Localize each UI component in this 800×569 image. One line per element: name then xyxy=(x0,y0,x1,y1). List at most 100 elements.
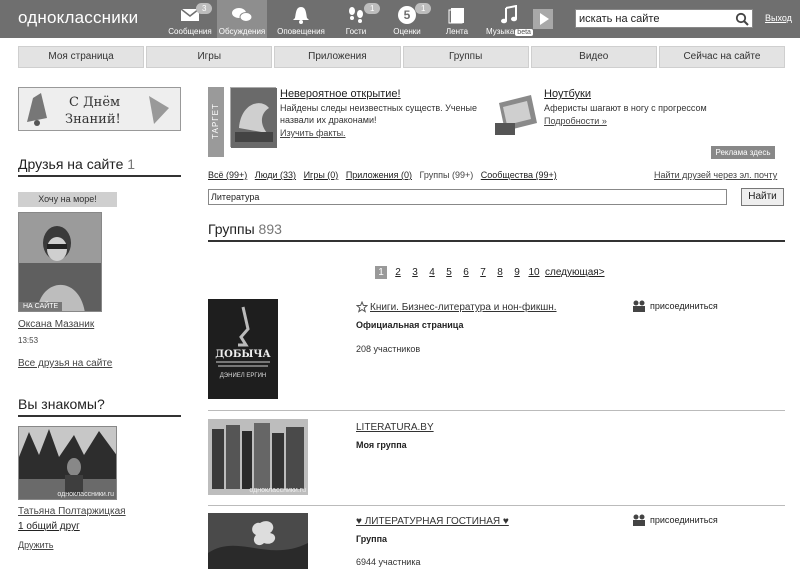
filter-all[interactable]: Всё (99+) xyxy=(208,170,247,180)
filter-apps[interactable]: Приложения (0) xyxy=(346,170,412,180)
page-5[interactable]: 5 xyxy=(443,267,455,278)
nav-music[interactable]: Музыка beta xyxy=(486,0,533,38)
site-search-input[interactable] xyxy=(576,10,726,27)
group-members-count: 6944 участника xyxy=(356,557,421,567)
svg-text:Знаний!: Знаний! xyxy=(65,112,121,127)
group-cover-image[interactable] xyxy=(208,513,308,569)
ad-1-title[interactable]: Невероятное открытие! xyxy=(280,88,401,100)
group-type: Моя группа xyxy=(356,440,407,450)
page-10[interactable]: 10 xyxy=(528,267,540,278)
groups-count: 893 xyxy=(258,221,282,237)
tab-my-page[interactable]: Моя страница xyxy=(18,46,145,68)
find-button[interactable]: Найти xyxy=(741,188,784,206)
search-icon[interactable] xyxy=(735,12,749,26)
friend-avatar[interactable]: НА САЙТЕ xyxy=(18,212,102,312)
page-2[interactable]: 2 xyxy=(392,267,404,278)
tab-apps[interactable]: Приложения xyxy=(274,46,401,68)
nav-guests[interactable]: 1 Гости xyxy=(331,0,381,38)
groups-heading: Группы 893 xyxy=(208,221,785,242)
nav-feed[interactable]: Лента xyxy=(432,0,482,38)
nav-discussions[interactable]: Обсуждения xyxy=(217,0,267,38)
group-row: ДОБЫЧА ДЭНИЕЛ ЕРГИН Книги. Бизнес-литера… xyxy=(208,299,785,401)
next-page-link[interactable]: следующая> xyxy=(545,267,605,278)
page-1[interactable]: 1 xyxy=(375,266,387,279)
chat-bubbles-icon xyxy=(232,8,253,22)
page-8[interactable]: 8 xyxy=(494,267,506,278)
join-group-button[interactable]: присоединиться xyxy=(632,514,718,526)
filter-groups[interactable]: Группы (99+) xyxy=(419,170,473,180)
friend-name-link[interactable]: Оксана Мазаник xyxy=(18,319,94,330)
common-friends-link[interactable]: 1 общий друг xyxy=(18,521,80,532)
people-icon xyxy=(633,514,645,526)
online-badge: НА САЙТЕ xyxy=(19,302,63,311)
ad-1-more-link[interactable]: Изучить факты. xyxy=(280,128,346,138)
ratings-badge: 1 xyxy=(415,3,432,14)
join-group-button[interactable]: присоединиться xyxy=(632,300,718,312)
group-name-link[interactable]: LITERATURA.BY xyxy=(356,422,434,433)
friend-status: Хочу на море! xyxy=(18,192,117,207)
photo-watermark: одноклассники.ru xyxy=(249,487,306,494)
group-search-field xyxy=(208,189,727,205)
nav-ratings[interactable]: 5 1 Оценки xyxy=(382,0,432,38)
suggested-person-name[interactable]: Татьяна Полтаржицкая xyxy=(18,506,126,517)
page-7[interactable]: 7 xyxy=(477,267,489,278)
page-3[interactable]: 3 xyxy=(409,267,421,278)
add-friend-link[interactable]: Дружить xyxy=(18,540,53,550)
tab-groups[interactable]: Группы xyxy=(402,46,529,68)
pagination: 1 2 3 4 5 6 7 8 9 10 следующая> xyxy=(375,266,605,279)
group-search-input[interactable] xyxy=(209,190,726,204)
suggested-person-photo[interactable]: одноклассники.ru xyxy=(18,426,117,500)
all-friends-online-link[interactable]: Все друзья на сайте xyxy=(18,358,112,369)
greeting-banner[interactable]: С Днём Знаний! xyxy=(18,87,181,131)
play-button[interactable] xyxy=(533,9,553,29)
ad-2-title[interactable]: Ноутбуки xyxy=(544,88,591,100)
bell-icon xyxy=(293,7,309,24)
ad-1-text: Найдены следы неизвестных существ. Учены… xyxy=(280,103,477,125)
nav-label: Гости xyxy=(345,27,367,36)
nav-label: Сообщения xyxy=(168,27,212,36)
filter-people[interactable]: Люди (33) xyxy=(255,170,296,180)
tab-games[interactable]: Игры xyxy=(146,46,273,68)
dragon-ad-image[interactable] xyxy=(230,87,277,148)
top-bar: одноклассники 3 Сообщения Обсуждения Опо… xyxy=(0,0,800,38)
star-icon xyxy=(356,301,368,313)
group-members-count: 208 участников xyxy=(356,344,421,354)
laptop-ad-image[interactable] xyxy=(493,93,541,137)
page-9[interactable]: 9 xyxy=(511,267,523,278)
group-cover-image[interactable]: ДОБЫЧА ДЭНИЕЛ ЕРГИН xyxy=(208,299,278,399)
nav-notifications[interactable]: Оповещения xyxy=(276,0,326,38)
group-row: ♥ ЛИТЕРАТУРНАЯ ГОСТИНАЯ ♥ Группа 6944 уч… xyxy=(208,513,785,569)
page-4[interactable]: 4 xyxy=(426,267,438,278)
nav-messages[interactable]: 3 Сообщения xyxy=(165,0,215,38)
ad-2-more-link[interactable]: Подробности » xyxy=(544,116,607,126)
advertise-here-button[interactable]: Реклама здесь xyxy=(711,146,775,159)
site-search xyxy=(575,9,753,28)
group-name-link[interactable]: ♥ ЛИТЕРАТУРНАЯ ГОСТИНАЯ ♥ xyxy=(356,516,509,527)
filter-games[interactable]: Игры (0) xyxy=(304,170,339,180)
tab-video[interactable]: Видео xyxy=(530,46,657,68)
people-icon xyxy=(633,300,645,312)
group-name-link[interactable]: Книги. Бизнес-литература и нон-фикшн. xyxy=(370,302,557,313)
nav-label: Оценки xyxy=(393,27,421,36)
music-note-icon xyxy=(501,5,517,24)
logout-link[interactable]: Выход xyxy=(765,13,792,23)
tab-online-now[interactable]: Сейчас на сайте xyxy=(658,46,786,68)
nav-label: Обсуждения xyxy=(218,27,266,36)
friend-online-time: 13:53 xyxy=(18,336,39,345)
friends-online-heading: Друзья на сайте 1 xyxy=(18,156,181,177)
ad-2-text: Аферисты шагают в ногу с прогрессом xyxy=(544,103,707,113)
search-filters: Всё (99+) Люди (33) Игры (0) Приложения … xyxy=(208,170,562,180)
group-row: одноклассники.ru LITERATURA.BY Моя групп… xyxy=(208,419,785,497)
group-cover-image[interactable]: одноклассники.ru xyxy=(208,419,308,495)
page-6[interactable]: 6 xyxy=(460,267,472,278)
section-tabs: Моя страница Игры Приложения Группы Виде… xyxy=(18,46,786,68)
filter-communities[interactable]: Сообщества (99+) xyxy=(481,170,557,180)
site-logo[interactable]: одноклассники xyxy=(18,8,138,28)
find-friends-by-email-link[interactable]: Найти друзей через эл. почту xyxy=(654,170,777,180)
friends-online-count: 1 xyxy=(127,156,136,172)
nav-label: Оповещения xyxy=(277,27,325,36)
group-type: Официальная страница xyxy=(356,320,464,330)
group-type: Группа xyxy=(356,534,388,544)
guests-badge: 1 xyxy=(364,3,381,14)
nav-label: Музыка xyxy=(486,27,515,36)
